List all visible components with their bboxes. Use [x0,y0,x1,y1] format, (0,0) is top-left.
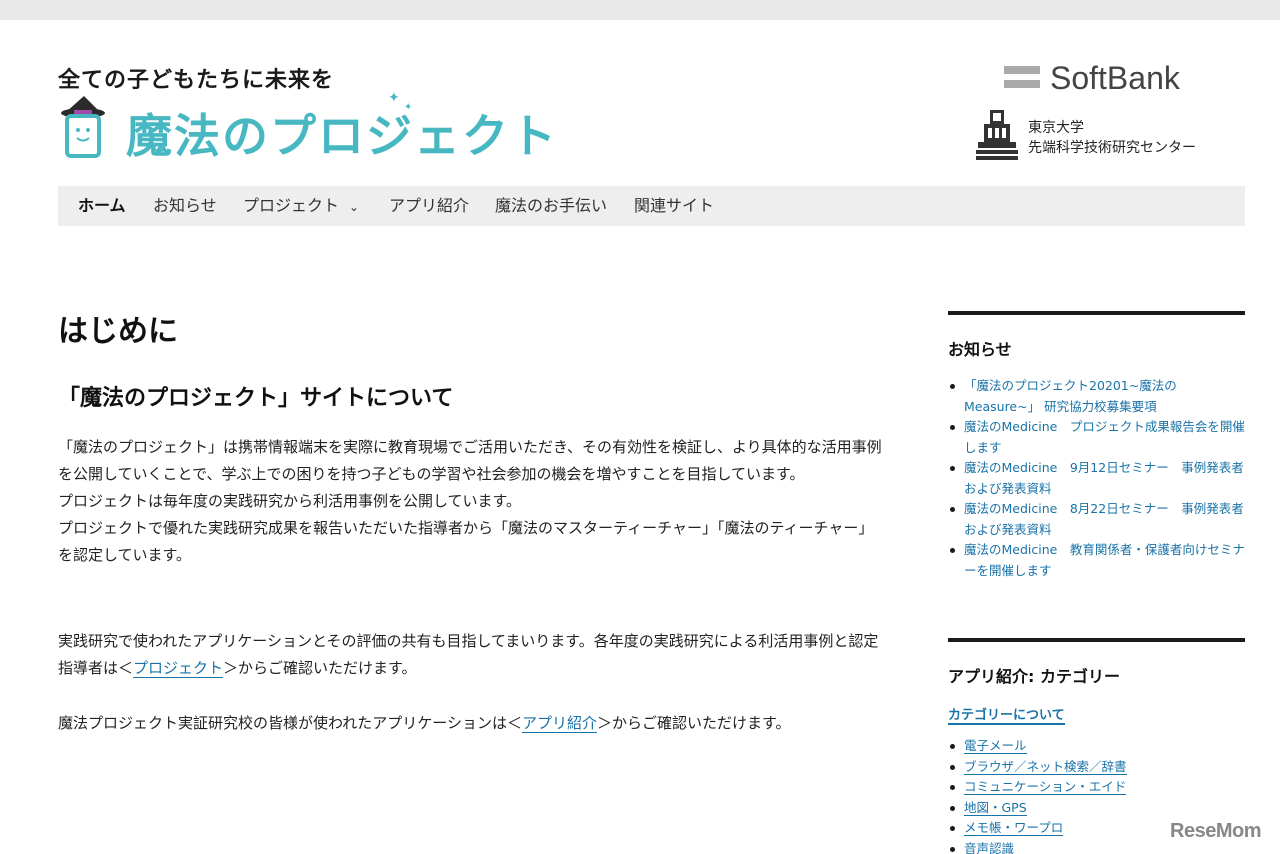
para-5-text: 魔法プロジェクト実証研究校の皆様が使われたアプリケーションは＜ [58,714,522,732]
category-item[interactable]: ブラウザ／ネット検索／辞書 [948,757,1245,778]
section-title: 「魔法のプロジェクト」サイトについて [58,386,454,411]
news-item[interactable]: 魔法のMedicine 9月12日セミナー 事例発表者および発表資料 [948,458,1245,499]
news-item[interactable]: 魔法のMedicine プロジェクト成果報告会を開催します [948,417,1245,458]
news-list: 「魔法のプロジェクト20201~魔法のMeasure~」 研究協力校募集要項 魔… [948,376,1245,581]
sparkle-icon: ✦ [404,102,413,113]
category-label: 音声認識 [964,840,1015,854]
nav-projects[interactable]: プロジェクト ⌄ [243,186,359,226]
para-3: プロジェクトで優れた実践研究成果を報告いただいた指導者から「魔法のマスターティー… [58,519,874,564]
nav-related[interactable]: 関連サイト [634,186,714,226]
page-title: はじめに [58,314,178,349]
schools-paragraph: 魔法プロジェクト実証研究校の皆様が使われたアプリケーションは＜アプリ紹介＞からご… [58,710,888,737]
witch-mascot-icon [61,96,105,158]
apps-category-heading: アプリ紹介: カテゴリー [948,667,1120,686]
sparkle-icon: ✦ [388,90,400,106]
para-4-text-end: ＞からご確認いただけます。 [223,659,417,677]
nav-projects-label: プロジェクト [243,196,340,215]
para-5-text-end: ＞からご確認いただけます。 [596,714,791,732]
logo-text: 魔法のプロジェクト [126,109,558,163]
category-about-link[interactable]: カテゴリーについて [948,704,1065,725]
page: 全ての子どもたちに未来を 魔法のプロジェクト ✦ ✦ SoftBank 東京大学… [0,20,1280,854]
apps-link[interactable]: アプリ紹介 [521,714,597,733]
resemom-watermark: ReseMom [1170,820,1261,842]
nav-apps[interactable]: アプリ紹介 [389,186,469,226]
category-label: 電子メール [964,738,1027,754]
intro-paragraph: 「魔法のプロジェクト」は携帯情報端末を実際に教育現場でご活用いただき、その有効性… [58,434,888,569]
category-label: ブラウザ／ネット検索／辞書 [964,758,1127,775]
sidebar-divider [948,638,1245,642]
utokyo-name: 東京大学 [1028,120,1084,136]
rcast-name: 先端科学技術研究センター [1028,140,1196,156]
para-2: プロジェクトは毎年度の実践研究から利活用事例を公開しています。 [58,492,522,510]
category-item[interactable]: 電子メール [948,736,1245,757]
category-label: コミュニケーション・エイド [964,779,1127,795]
category-item[interactable]: コミュニケーション・エイド [948,777,1245,798]
news-item[interactable]: 魔法のMedicine 教育関係者・保護者向けセミナーを開催します [948,540,1245,581]
main-nav: ホーム お知らせ プロジェクト ⌄ アプリ紹介 魔法のお手伝い 関連サイト [58,186,1245,226]
category-item[interactable]: 地図・GPS [948,798,1245,819]
news-item[interactable]: 魔法のMedicine 8月22日セミナー 事例発表者および発表資料 [948,499,1245,540]
utokyo-rcast-text: 東京大学 先端科学技術研究センター [1028,118,1196,158]
category-label: メモ帳・ワープロ [964,820,1064,836]
softbank-name: SoftBank [1050,60,1180,96]
building-emblem-icon [976,110,1018,160]
category-label: 地図・GPS [964,799,1027,816]
projects-link[interactable]: プロジェクト [133,659,224,678]
news-item[interactable]: 「魔法のプロジェクト20201~魔法のMeasure~」 研究協力校募集要項 [948,376,1245,417]
nav-news[interactable]: お知らせ [153,186,217,226]
chevron-down-icon: ⌄ [349,200,360,214]
para-1: 「魔法のプロジェクト」は携帯情報端末を実際に教育現場でご活用いただき、その有効性… [58,438,882,483]
nav-home[interactable]: ホーム [78,186,126,226]
site-tagline: 全ての子どもたちに未来を [58,68,335,93]
sidebar-divider [948,311,1245,315]
apps-paragraph: 実践研究で使われたアプリケーションとその評価の共有も目指してまいります。各年度の… [58,628,888,682]
softbank-bars-icon [1004,66,1040,92]
news-heading: お知らせ [948,340,1012,359]
nav-help[interactable]: 魔法のお手伝い [495,186,607,226]
